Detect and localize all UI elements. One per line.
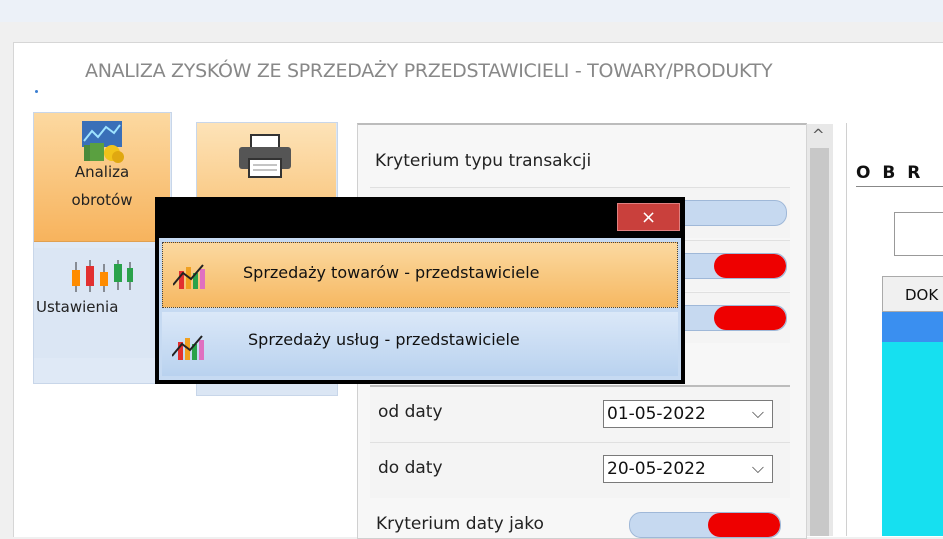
chevron-down-icon: ⌵ xyxy=(751,458,764,477)
grid-column-header[interactable]: DOK xyxy=(882,276,943,312)
chart-bars-icon xyxy=(173,264,205,289)
chevron-down-icon: ⌵ xyxy=(751,403,764,422)
grid-body[interactable] xyxy=(882,342,943,536)
transaction-type-label: Kryterium typu transakcji xyxy=(375,151,592,171)
candlestick-icon xyxy=(72,260,133,292)
menu-item-towary[interactable]: Sprzedaży towarów - przedstawiciele xyxy=(162,242,678,308)
heading-underline xyxy=(856,186,943,187)
window-title: ANALIZA ZYSKÓW ZE SPRZEDAŻY PRZEDSTAWICI… xyxy=(85,60,773,82)
scroll-thumb[interactable] xyxy=(810,148,829,536)
results-heading: O B R xyxy=(856,163,924,183)
chart-money-icon xyxy=(82,121,124,163)
obrotow-label: obrotów xyxy=(71,191,133,209)
os-top-bar xyxy=(0,0,943,22)
to-date-value: 20-05-2022 xyxy=(607,459,706,479)
analiza-obrotow-button[interactable]: Analiza obrotów xyxy=(34,113,170,242)
date-criteria-toggle[interactable] xyxy=(629,512,781,538)
close-button[interactable]: × xyxy=(617,203,680,231)
menu-item-towary-label: Sprzedaży towarów - przedstawiciele xyxy=(243,263,540,282)
to-date-label: do daty xyxy=(378,458,443,478)
from-date-value: 01-05-2022 xyxy=(607,404,706,424)
from-date-picker[interactable]: 01-05-2022 ⌵ xyxy=(603,400,773,428)
to-date-picker[interactable]: 20-05-2022 ⌵ xyxy=(603,455,773,483)
ustawienia-label: Ustawienia xyxy=(36,298,119,316)
analiza-label: Analiza xyxy=(74,163,130,181)
results-search-input[interactable] xyxy=(894,212,943,256)
window-icon xyxy=(35,90,38,93)
chart-bars-icon xyxy=(172,335,204,360)
scroll-up-icon[interactable]: ^ xyxy=(812,126,825,144)
menu-item-uslugi-label: Sprzedaży usług - przedstawiciele xyxy=(248,330,520,349)
from-date-label: od daty xyxy=(378,402,443,422)
grid-selected-row[interactable] xyxy=(882,312,943,342)
printer-icon xyxy=(239,134,291,178)
date-criteria-label: Kryterium daty jako xyxy=(376,514,544,534)
ustawienia-button[interactable]: Ustawienia xyxy=(34,248,170,358)
menu-item-uslugi[interactable]: Sprzedaży usług - przedstawiciele xyxy=(162,312,678,376)
